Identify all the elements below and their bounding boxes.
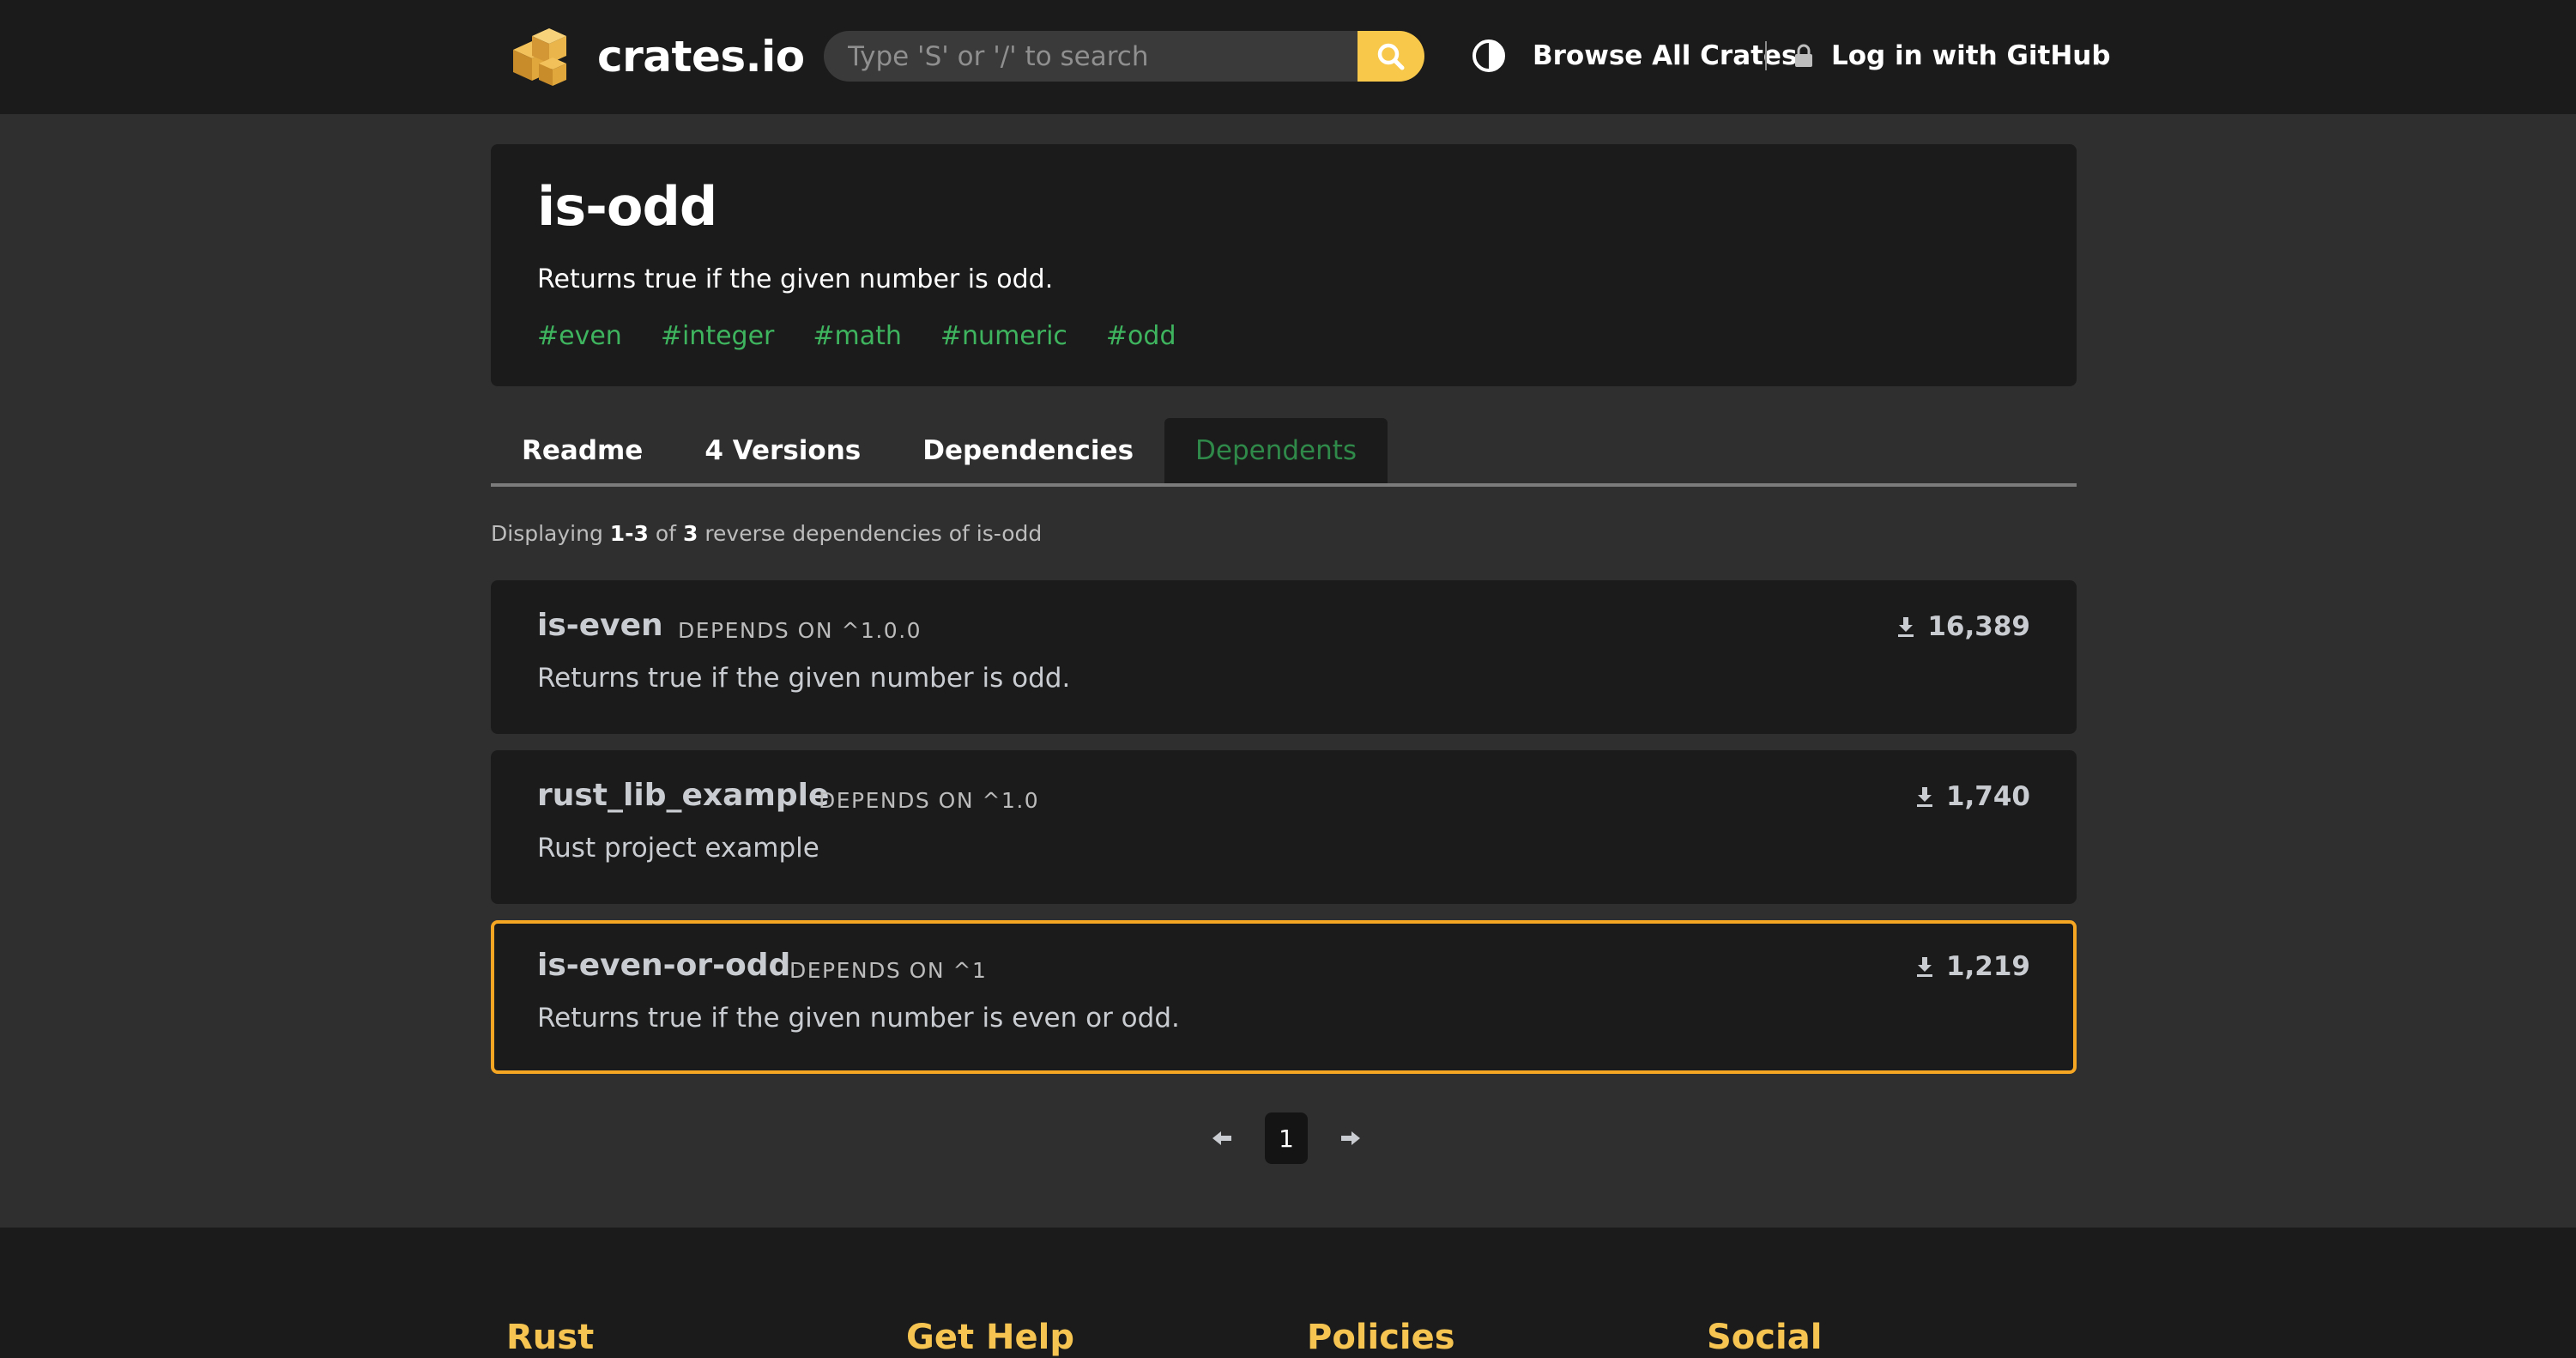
page-number-current[interactable]: 1 [1265, 1112, 1308, 1164]
browse-all-crates-link[interactable]: Browse All Crates [1533, 34, 1797, 77]
keyword-link[interactable]: #numeric [940, 321, 1067, 351]
summary-of: of [655, 521, 676, 546]
tab-readme[interactable]: Readme [491, 418, 674, 483]
dependent-downloads: 1,219 [1915, 951, 2030, 982]
arrow-right-icon [1341, 1131, 1360, 1145]
dependent-requirement: DEPENDS ON ^1.0.0 [678, 618, 922, 643]
search-form [824, 31, 1424, 82]
dependent-name-link[interactable]: rust_lib_example [537, 778, 829, 813]
next-page-button[interactable] [1328, 1112, 1371, 1164]
dependent-row[interactable]: is-even DEPENDS ON ^1.0.0 Returns true i… [491, 580, 2077, 734]
download-count: 16,389 [1927, 611, 2030, 642]
search-input[interactable] [824, 31, 1358, 82]
crate-description: Returns true if the given number is odd. [537, 264, 1054, 294]
download-icon [1916, 957, 1932, 977]
summary-prefix: Displaying [491, 521, 603, 546]
crate-tabs: Readme 4 Versions Dependencies Dependent… [491, 418, 2077, 487]
keyword-link[interactable]: #integer [661, 321, 775, 351]
search-button[interactable] [1358, 31, 1424, 82]
crate-logo-icon [513, 28, 566, 86]
dependent-row[interactable]: is-even-or-odd DEPENDS ON ^1 Returns tru… [491, 920, 2077, 1074]
dependent-description: Rust project example [537, 833, 819, 864]
brand-home-link[interactable]: crates.io [506, 24, 805, 89]
site-footer: Rust Get Help Policies Social [0, 1228, 2576, 1358]
arrow-left-icon [1212, 1131, 1231, 1145]
dependent-downloads: 1,740 [1915, 781, 2030, 812]
dependent-name-link[interactable]: is-even-or-odd [537, 948, 790, 983]
dependent-name-link[interactable]: is-even [537, 608, 663, 643]
login-github-link[interactable]: Log in with GitHub [1793, 34, 2111, 77]
search-icon [1377, 43, 1405, 70]
color-scheme-toggle-icon[interactable] [1471, 38, 1507, 74]
dependent-description: Returns true if the given number is odd. [537, 663, 1071, 694]
keyword-link[interactable]: #math [813, 321, 902, 351]
previous-page-button[interactable] [1201, 1112, 1244, 1164]
nav-divider [1765, 41, 1767, 70]
keyword-link[interactable]: #even [537, 321, 622, 351]
footer-heading-social: Social [1707, 1318, 1823, 1357]
results-summary: Displaying 1-3 of 3 reverse dependencies… [491, 521, 1042, 546]
download-count: 1,219 [1945, 951, 2030, 982]
keyword-link[interactable]: #odd [1106, 321, 1176, 351]
keyword-list: #even #integer #math #numeric #odd [537, 321, 1215, 351]
pagination: 1 [1201, 1112, 1371, 1164]
footer-heading-policies: Policies [1307, 1318, 1455, 1357]
summary-suffix: reverse dependencies of is-odd [704, 521, 1043, 546]
tab-versions[interactable]: 4 Versions [674, 418, 892, 483]
crate-title: is-odd [537, 175, 717, 238]
dependent-requirement: DEPENDS ON ^1 [789, 958, 988, 983]
crate-header: is-odd Returns true if the given number … [491, 144, 2077, 386]
dependent-description: Returns true if the given number is even… [537, 1003, 1180, 1034]
site-header: crates.io Browse All Crates Log in with … [0, 0, 2576, 114]
footer-heading-rust: Rust [506, 1318, 595, 1357]
brand-name: crates.io [597, 32, 805, 82]
download-icon [1916, 787, 1932, 807]
download-count: 1,740 [1945, 781, 2030, 812]
lock-icon [1795, 44, 1812, 67]
login-github-label: Log in with GitHub [1831, 40, 2111, 71]
browse-all-crates-label: Browse All Crates [1533, 40, 1798, 71]
download-icon [1898, 617, 1914, 637]
tab-dependents[interactable]: Dependents [1164, 418, 1388, 483]
dependent-downloads: 16,389 [1896, 611, 2030, 642]
footer-heading-get-help: Get Help [906, 1318, 1074, 1357]
summary-range: 1-3 [609, 521, 649, 546]
tab-dependencies[interactable]: Dependencies [892, 418, 1164, 483]
summary-total: 3 [682, 521, 698, 546]
dependent-requirement: DEPENDS ON ^1.0 [819, 788, 1040, 813]
dependent-row[interactable]: rust_lib_example DEPENDS ON ^1.0 Rust pr… [491, 750, 2077, 904]
